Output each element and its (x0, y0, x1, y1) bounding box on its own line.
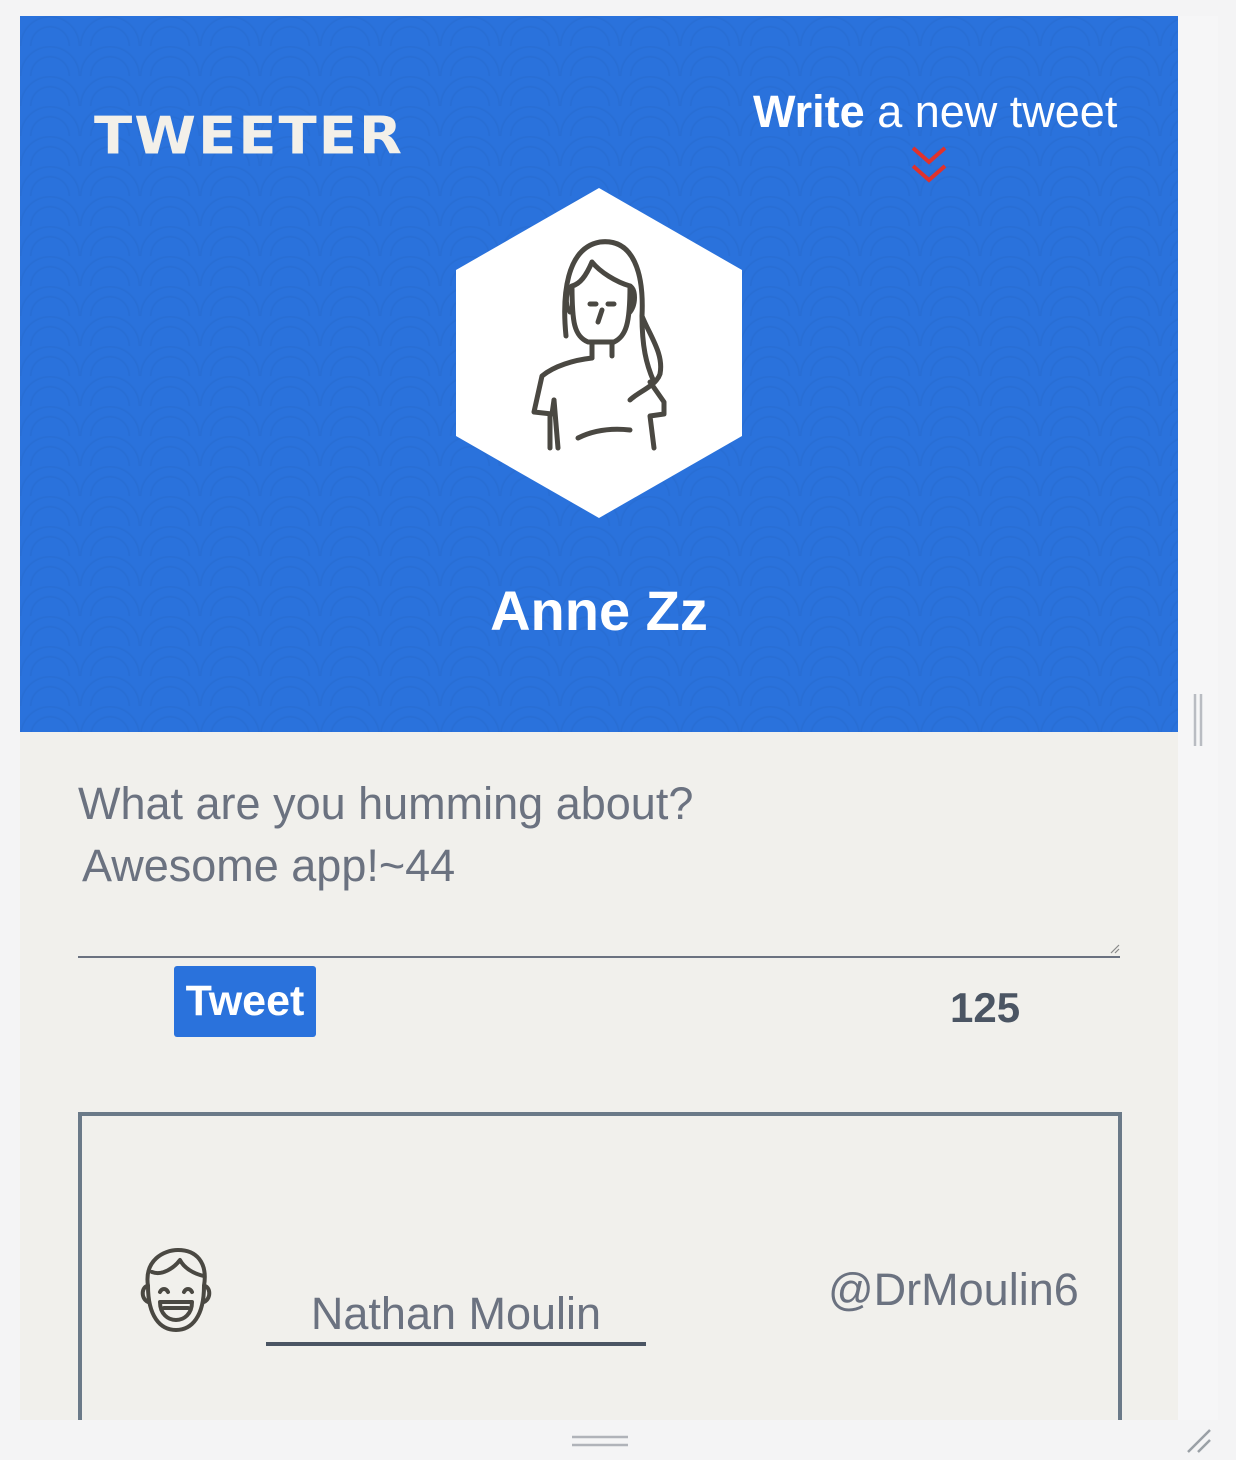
profile-header: TWEETER Write a new tweet Anne Zz (20, 16, 1178, 732)
tweet-author-name-link[interactable]: Nathan Moulin (266, 1288, 646, 1346)
write-link-strong: Write (753, 86, 865, 137)
smiling-man-avatar-icon (140, 1248, 212, 1332)
tweet-textarea[interactable]: Awesome app!~44 (82, 840, 1082, 940)
corner-resize-grip-icon[interactable] (1184, 1426, 1212, 1454)
woman-avatar-icon (456, 188, 742, 518)
profile-name: Anne Zz (490, 579, 708, 642)
vertical-resize-handle-icon[interactable] (1192, 694, 1204, 746)
app-frame: TWEETER Write a new tweet Anne Zz What a… (20, 16, 1178, 1420)
brand-logo: TWEETER (94, 106, 405, 167)
horizontal-resize-handle-icon[interactable] (572, 1434, 628, 1448)
tweet-card: Nathan Moulin @DrMoulin6 (78, 1112, 1122, 1420)
character-counter: 125 (950, 984, 1021, 1031)
tweet-button[interactable]: Tweet (174, 966, 316, 1037)
tweet-author-handle: @DrMoulin6 (828, 1264, 1079, 1315)
compose-prompt: What are you humming about? (78, 778, 694, 829)
textarea-resize-grip-icon[interactable] (1110, 944, 1120, 954)
double-chevron-down-icon[interactable] (910, 144, 948, 186)
write-new-tweet-link[interactable]: Write a new tweet (753, 86, 1117, 138)
bottom-bar (20, 1420, 1236, 1460)
write-link-rest: a new tweet (864, 86, 1118, 137)
compose-area: What are you humming about? Awesome app!… (78, 778, 1120, 958)
